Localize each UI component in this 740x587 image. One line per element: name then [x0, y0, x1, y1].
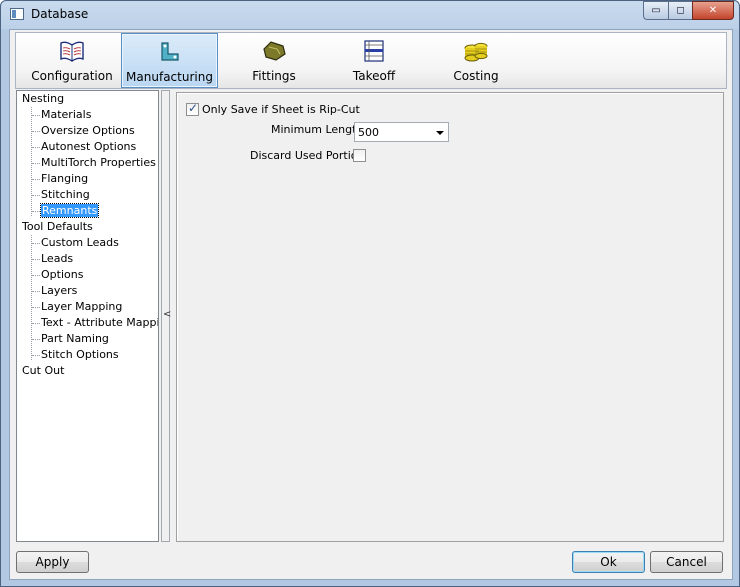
tree-node-multitorch-properties[interactable]: MultiTorch Properties — [41, 156, 156, 171]
remnants-settings-panel: Only Save if Sheet is Rip-Cut Minimum Le… — [176, 92, 724, 542]
tree-connector — [32, 307, 40, 308]
tree-node-layer-mapping[interactable]: Layer Mapping — [41, 300, 122, 315]
window-title: Database — [31, 7, 89, 21]
takeoff-icon — [364, 40, 384, 62]
tree-node-text-attribute-mapping[interactable]: Text - Attribute Mapping — [41, 316, 158, 331]
tab-takeoff[interactable]: Takeoff — [324, 33, 424, 88]
settings-tree: Nesting Materials Oversize Options Auton… — [16, 90, 159, 542]
tab-fittings[interactable]: Fittings — [224, 33, 324, 88]
book-icon — [60, 41, 84, 62]
tab-costing-label: Costing — [453, 69, 499, 83]
coins-icon — [464, 42, 488, 62]
tree-node-cut-out[interactable]: Cut Out — [22, 364, 64, 379]
minimum-length-value: 500 — [358, 126, 379, 139]
tree-connector — [32, 275, 40, 276]
tree-connector — [32, 323, 40, 324]
close-button[interactable]: ✕ — [692, 1, 734, 20]
tree-connector — [32, 179, 40, 180]
tree-node-layers[interactable]: Layers — [41, 284, 77, 299]
tree-connector — [32, 243, 40, 244]
discard-used-portion-checkbox[interactable] — [353, 149, 366, 162]
maximize-button[interactable]: ◻ — [668, 1, 693, 20]
tree-connector — [32, 259, 40, 260]
ok-button[interactable]: Ok — [572, 551, 645, 573]
tree-node-flanging[interactable]: Flanging — [41, 172, 88, 187]
tree-node-custom-leads[interactable]: Custom Leads — [41, 236, 119, 251]
discard-used-portion-label: Discard Used Portion — [250, 149, 365, 162]
tab-manufacturing[interactable]: Manufacturing — [121, 33, 218, 88]
tree-connector — [32, 131, 40, 132]
tab-fittings-label: Fittings — [252, 69, 296, 83]
tree-connector — [32, 195, 40, 196]
app-icon — [10, 8, 24, 20]
tab-configuration[interactable]: Configuration — [22, 33, 122, 88]
tree-connector — [32, 147, 40, 148]
tab-configuration-label: Configuration — [31, 69, 113, 83]
minimize-button[interactable]: ▭ — [643, 1, 669, 20]
tree-node-options[interactable]: Options — [41, 268, 83, 283]
minimum-length-label: Minimum Length — [271, 123, 364, 136]
apply-button[interactable]: Apply — [16, 551, 89, 573]
chevron-down-icon[interactable] — [436, 131, 444, 135]
tree-node-autonest-options[interactable]: Autonest Options — [41, 140, 136, 155]
client-area: Configuration Manufacturing Fittings Tak… — [9, 29, 733, 580]
title-bar[interactable]: Database ▭ ◻ ✕ — [1, 1, 739, 29]
tree-node-nesting[interactable]: Nesting — [22, 92, 64, 107]
collapse-arrow-icon[interactable]: < — [163, 309, 171, 320]
tree-node-stitching[interactable]: Stitching — [41, 188, 90, 203]
tree-connector — [32, 339, 40, 340]
panel-splitter[interactable]: < — [161, 90, 171, 542]
duct-part-icon — [160, 42, 179, 61]
database-window: Database ▭ ◻ ✕ Configuration Manufacturi… — [0, 0, 740, 587]
tab-costing[interactable]: Costing — [426, 33, 526, 88]
tree-node-remnants[interactable]: Remnants — [39, 203, 100, 219]
category-toolbar: Configuration Manufacturing Fittings Tak… — [15, 32, 727, 89]
tab-takeoff-label: Takeoff — [352, 69, 396, 83]
tree-node-oversize-options[interactable]: Oversize Options — [41, 124, 135, 139]
tree-connector — [31, 235, 32, 360]
tree-node-part-naming[interactable]: Part Naming — [41, 332, 109, 347]
fitting-icon — [263, 41, 286, 61]
tree-connector — [31, 107, 32, 216]
tree-node-stitch-options[interactable]: Stitch Options — [41, 348, 119, 363]
tree-connector — [32, 355, 40, 356]
tree-connector — [32, 115, 40, 116]
tree-connector — [32, 291, 40, 292]
tab-manufacturing-label: Manufacturing — [126, 70, 213, 84]
cancel-button[interactable]: Cancel — [650, 551, 723, 573]
minimum-length-combo[interactable]: 500 — [354, 122, 449, 142]
only-save-ripcut-label: Only Save if Sheet is Rip-Cut — [202, 103, 360, 116]
tree-connector — [32, 211, 40, 212]
only-save-ripcut-checkbox[interactable] — [186, 101, 199, 116]
tree-node-leads[interactable]: Leads — [41, 252, 73, 267]
tree-connector — [32, 163, 40, 164]
tree-node-tool-defaults[interactable]: Tool Defaults — [22, 220, 93, 235]
tree-node-materials[interactable]: Materials — [41, 108, 91, 123]
